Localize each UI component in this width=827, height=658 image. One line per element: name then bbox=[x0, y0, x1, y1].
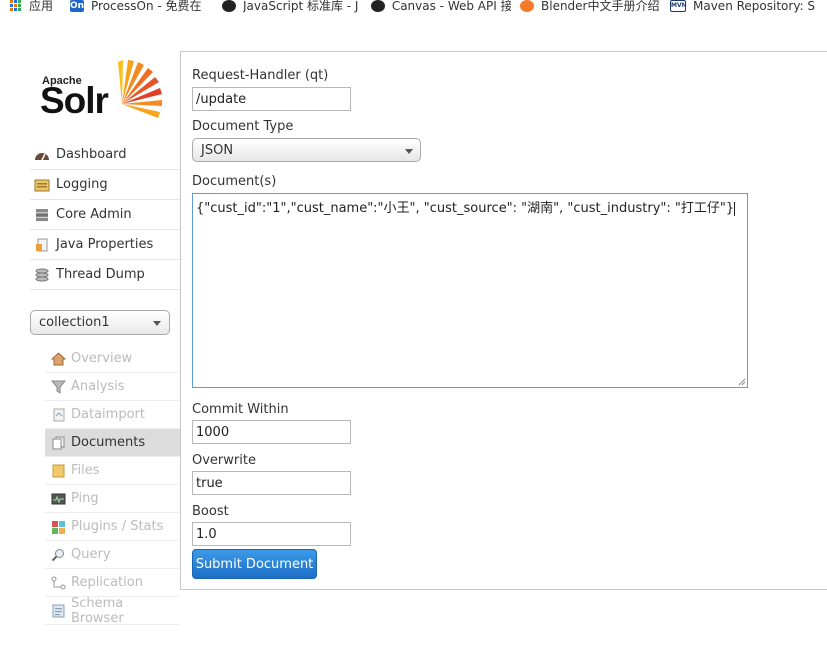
chevron-down-icon bbox=[405, 149, 413, 154]
core-menu-label: Query bbox=[71, 547, 111, 562]
core-admin-icon bbox=[36, 208, 48, 221]
core-menu-analysis[interactable]: Analysis bbox=[45, 373, 180, 401]
documents-icon bbox=[52, 436, 65, 449]
bookmark-processon[interactable]: On ProcessOn - 免费在 bbox=[70, 0, 210, 14]
query-icon bbox=[51, 548, 64, 561]
schema-browser-icon bbox=[52, 604, 65, 617]
bookmark-canvas[interactable]: Canvas - Web API 接 bbox=[371, 0, 511, 14]
core-menu-label: Analysis bbox=[71, 379, 125, 394]
nav-item-label: Thread Dump bbox=[56, 267, 145, 282]
submit-document-button[interactable]: Submit Document bbox=[192, 549, 317, 579]
document-type-value: JSON bbox=[201, 142, 234, 158]
resize-grip-icon[interactable] bbox=[738, 378, 746, 386]
thread-dump-icon bbox=[35, 268, 49, 281]
solr-logo[interactable]: Apache Solr bbox=[40, 58, 162, 124]
core-menu-label: Replication bbox=[71, 575, 143, 590]
bookmark-label: Maven Repository: S bbox=[693, 0, 816, 13]
core-menu-files[interactable]: Files bbox=[45, 457, 180, 485]
core-menu-label: Documents bbox=[71, 435, 146, 450]
nav-item-label: Dashboard bbox=[56, 147, 127, 162]
analysis-icon bbox=[51, 380, 66, 394]
replication-icon bbox=[51, 576, 66, 589]
nav-item-label: Logging bbox=[56, 177, 108, 192]
request-handler-input[interactable]: /update bbox=[192, 87, 351, 111]
core-menu-plugins-stats[interactable]: Plugins / Stats bbox=[45, 513, 180, 541]
bookmark-apps[interactable]: 应用 bbox=[10, 0, 53, 14]
blender-icon bbox=[520, 0, 534, 12]
core-menu: Overview Analysis Dataimport Documents F… bbox=[45, 345, 180, 626]
bookmark-blender[interactable]: Blender中文手册介绍 bbox=[520, 0, 660, 14]
logging-icon bbox=[34, 179, 50, 191]
core-menu-overview[interactable]: Overview bbox=[45, 345, 180, 373]
commit-within-input[interactable]: 1000 bbox=[192, 420, 351, 444]
bookmark-label: 应用 bbox=[29, 0, 54, 13]
bookmark-label: Canvas - Web API 接 bbox=[391, 0, 511, 13]
bookmark-javascript[interactable]: JavaScript 标准库 - J bbox=[222, 0, 362, 14]
core-menu-label: Dataimport bbox=[71, 407, 145, 422]
chevron-down-icon bbox=[153, 321, 161, 326]
core-menu-label: Schema Browser bbox=[70, 595, 124, 626]
nav-item-java-properties[interactable]: Java Properties bbox=[30, 230, 180, 260]
overview-icon bbox=[51, 351, 66, 365]
core-menu-query[interactable]: Query bbox=[45, 541, 180, 569]
nav-item-dashboard[interactable]: Dashboard bbox=[30, 140, 180, 170]
main-nav: Dashboard Logging Core Admin Java Proper… bbox=[30, 140, 180, 290]
overwrite-label: Overwrite bbox=[192, 453, 256, 468]
core-menu-replication[interactable]: Replication bbox=[45, 569, 180, 597]
core-selector-value: collection1 bbox=[39, 315, 110, 330]
core-menu-documents[interactable]: Documents bbox=[45, 429, 180, 457]
text-cursor bbox=[734, 201, 736, 216]
bookmark-label: Blender中文手册介绍 bbox=[541, 0, 660, 13]
nav-item-label: Core Admin bbox=[56, 207, 132, 222]
overwrite-input[interactable]: true bbox=[192, 471, 351, 495]
documents-text: {"cust_id":"1","cust_name":"小王", "cust_s… bbox=[196, 201, 735, 216]
plugins-icon bbox=[52, 520, 65, 534]
document-type-select[interactable]: JSON bbox=[192, 138, 421, 162]
documents-panel: Request-Handler (qt) /update Document Ty… bbox=[180, 51, 827, 590]
nav-item-core-admin[interactable]: Core Admin bbox=[30, 200, 180, 230]
boost-input[interactable]: 1.0 bbox=[192, 522, 351, 546]
core-selector[interactable]: collection1 bbox=[30, 310, 170, 335]
dashboard-icon bbox=[35, 152, 49, 160]
commit-within-label: Commit Within bbox=[192, 402, 289, 417]
nav-item-thread-dump[interactable]: Thread Dump bbox=[30, 260, 180, 290]
documents-label: Document(s) bbox=[192, 174, 277, 189]
core-menu-label: Plugins / Stats bbox=[71, 519, 164, 534]
core-menu-label: Overview bbox=[71, 351, 133, 366]
core-menu-dataimport[interactable]: Dataimport bbox=[45, 401, 180, 429]
mdn-icon bbox=[222, 0, 236, 12]
bookmarks-bar: 应用 On ProcessOn - 免费在 JavaScript 标准库 - J… bbox=[0, 0, 827, 14]
bookmark-label: ProcessOn - 免费在 bbox=[91, 0, 202, 13]
bookmark-label: JavaScript 标准库 - J bbox=[243, 0, 359, 13]
java-properties-icon bbox=[36, 238, 48, 251]
bookmark-maven[interactable]: MVN Maven Repository: S bbox=[670, 0, 827, 14]
core-menu-label: Ping bbox=[71, 491, 99, 506]
nav-item-logging[interactable]: Logging bbox=[30, 170, 180, 200]
dataimport-icon bbox=[53, 408, 65, 421]
request-handler-label: Request-Handler (qt) bbox=[192, 68, 329, 83]
core-menu-ping[interactable]: Ping bbox=[45, 485, 180, 513]
logo-solr-text: Solr bbox=[40, 80, 109, 121]
boost-label: Boost bbox=[192, 504, 229, 519]
solr-sun-icon bbox=[118, 60, 162, 118]
maven-icon: MVN bbox=[670, 0, 687, 12]
documents-textarea[interactable]: {"cust_id":"1","cust_name":"小王", "cust_s… bbox=[192, 193, 748, 388]
mdn-icon bbox=[371, 0, 385, 12]
core-menu-schema-browser[interactable]: Schema Browser bbox=[45, 595, 180, 626]
ping-icon bbox=[51, 493, 66, 504]
processon-icon: On bbox=[70, 0, 85, 12]
apps-grid-icon bbox=[10, 0, 22, 12]
nav-item-label: Java Properties bbox=[56, 237, 154, 252]
document-type-label: Document Type bbox=[192, 119, 294, 134]
core-menu-label: Files bbox=[71, 463, 100, 478]
files-icon bbox=[52, 464, 65, 477]
